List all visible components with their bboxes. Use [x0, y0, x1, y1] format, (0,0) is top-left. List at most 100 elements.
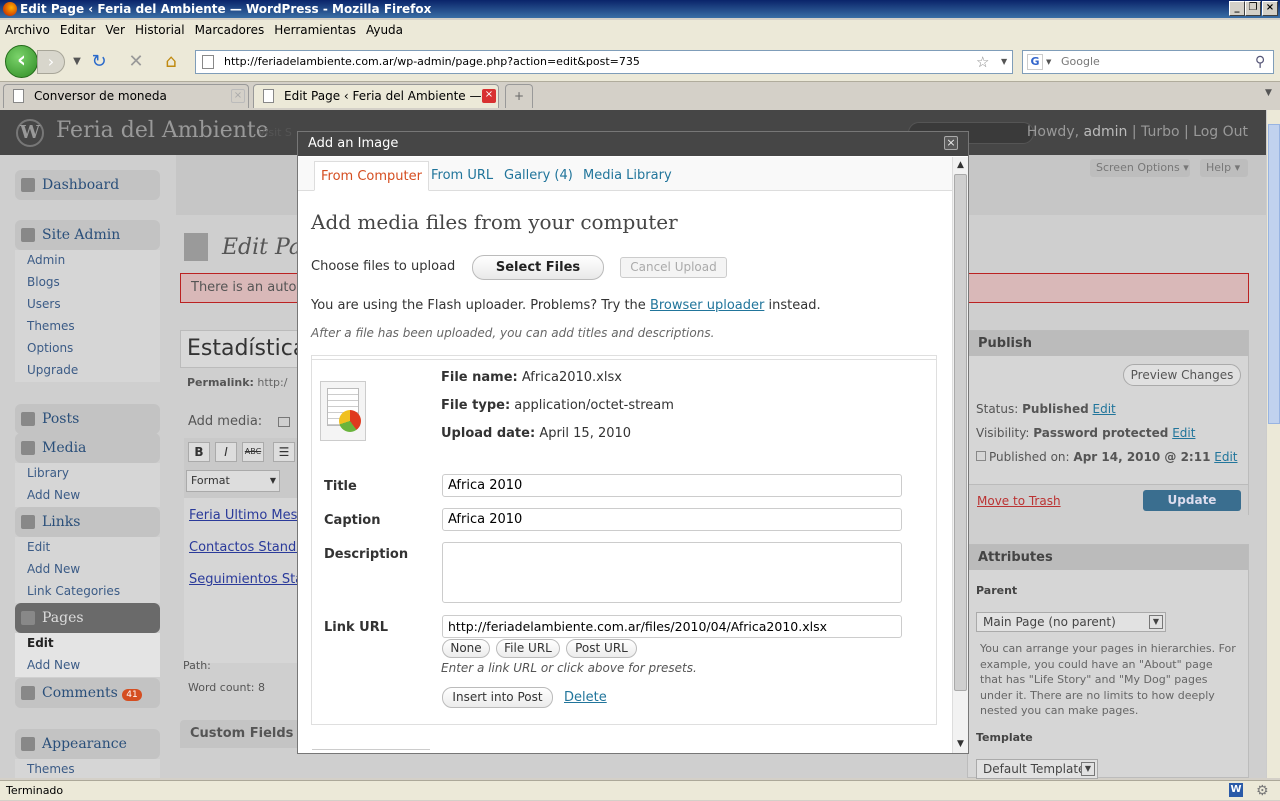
history-dropdown-icon[interactable]: ▼ — [66, 51, 88, 73]
insert-into-post-button[interactable]: Insert into Post — [442, 687, 553, 708]
editor-content[interactable]: Feria Ultimo Mes Contactos Stands Seguim… — [184, 498, 311, 663]
stop-icon[interactable]: ✕ — [125, 51, 147, 73]
tab-edit-page[interactable]: Edit Page ‹ Feria del Ambiente — ... × — [253, 84, 499, 108]
submenu-admin[interactable]: Admin — [27, 253, 65, 267]
menu-historial[interactable]: Historial — [130, 20, 190, 41]
submenu-themes[interactable]: Themes — [27, 319, 75, 333]
delete-link[interactable]: Delete — [564, 690, 607, 705]
menu-herramientas[interactable]: Herramientas — [269, 20, 361, 41]
tab-close-icon[interactable]: × — [482, 89, 496, 103]
add-image-icon[interactable] — [278, 417, 290, 427]
content-link-1[interactable]: Feria Ultimo Mes — [189, 508, 297, 523]
strikethrough-button[interactable]: ABC — [242, 442, 264, 462]
preview-changes-button[interactable]: Preview Changes — [1123, 364, 1241, 386]
scroll-down-icon[interactable]: ▼ — [953, 737, 968, 752]
dialog-scrollbar[interactable]: ▲ ▼ — [952, 157, 968, 753]
minimize-button[interactable]: _ — [1229, 1, 1245, 16]
page-scroll-thumb[interactable] — [1268, 124, 1280, 424]
scroll-up-icon[interactable]: ▲ — [953, 158, 968, 173]
link-none-button[interactable]: None — [442, 639, 490, 658]
tab-from-computer[interactable]: From Computer — [314, 161, 429, 191]
format-select[interactable]: Format ▼ — [186, 470, 280, 492]
menu-media[interactable]: Media — [15, 433, 160, 463]
menu-editar[interactable]: Editar — [55, 20, 101, 41]
submenu-edit-links[interactable]: Edit — [27, 540, 50, 554]
tab-close-icon[interactable]: × — [231, 89, 245, 103]
submenu-library[interactable]: Library — [27, 466, 69, 480]
help-button[interactable]: Help ▾ — [1200, 159, 1248, 177]
bookmark-star-icon[interactable]: ☆ — [976, 51, 989, 73]
visibility-edit-link[interactable]: Edit — [1172, 426, 1195, 440]
menu-appearance[interactable]: Appearance — [15, 729, 160, 759]
caption-input[interactable]: Africa 2010 — [442, 508, 902, 531]
content-link-2[interactable]: Contactos Stands — [189, 540, 303, 555]
custom-fields-box[interactable]: Custom Fields — [180, 720, 300, 748]
menu-posts[interactable]: Posts — [15, 404, 160, 434]
bullet-list-icon[interactable]: ☰ — [273, 442, 295, 462]
menu-marcadores[interactable]: Marcadores — [190, 20, 270, 41]
addon-w-icon[interactable]: W — [1229, 783, 1243, 797]
close-window-button[interactable]: × — [1262, 1, 1278, 16]
menu-pages[interactable]: Pages — [15, 603, 160, 633]
content-link-3[interactable]: Seguimientos Stan — [189, 572, 311, 587]
menu-archivo[interactable]: Archivo — [0, 20, 55, 41]
tab-conversor[interactable]: Conversor de moneda × — [3, 84, 249, 108]
title-input[interactable]: Africa 2010 — [442, 474, 902, 497]
submenu-blogs[interactable]: Blogs — [27, 275, 60, 289]
logout-link[interactable]: Log Out — [1193, 124, 1248, 140]
menu-links[interactable]: Links — [15, 507, 160, 537]
post-title-input[interactable]: Estadística — [180, 330, 310, 368]
submenu-edit-pages[interactable]: Edit — [27, 636, 54, 650]
italic-button[interactable]: I — [215, 442, 237, 462]
parent-select[interactable]: Main Page (no parent) ▼ — [976, 612, 1166, 632]
user-link[interactable]: admin — [1084, 124, 1128, 140]
url-dropdown-icon[interactable]: ▼ — [1001, 51, 1007, 73]
submenu-themes-appearance[interactable]: Themes — [27, 762, 75, 776]
google-icon[interactable]: G — [1027, 54, 1043, 70]
forward-button[interactable]: › — [37, 50, 65, 74]
link-file-url-button[interactable]: File URL — [496, 639, 560, 658]
menu-site-admin[interactable]: Site Admin — [15, 220, 160, 250]
cancel-upload-button[interactable]: Cancel Upload — [620, 257, 727, 278]
link-post-url-button[interactable]: Post URL — [566, 639, 637, 658]
menu-dashboard[interactable]: Dashboard — [15, 170, 160, 200]
status-edit-link[interactable]: Edit — [1093, 402, 1116, 416]
new-tab-button[interactable]: + — [505, 84, 533, 108]
menu-ayuda[interactable]: Ayuda — [361, 20, 408, 41]
search-icon[interactable]: ⚲ — [1255, 51, 1265, 73]
submenu-users[interactable]: Users — [27, 297, 61, 311]
tab-from-url[interactable]: From URL — [425, 161, 499, 191]
scroll-thumb[interactable] — [954, 174, 967, 691]
submenu-add-new-page[interactable]: Add New — [27, 658, 80, 672]
submenu-add-new-link[interactable]: Add New — [27, 562, 80, 576]
visit-site-link[interactable]: Visit S — [258, 126, 292, 139]
template-select[interactable]: Default Template ▼ — [976, 759, 1098, 779]
home-icon[interactable]: ⌂ — [160, 51, 182, 73]
move-to-trash-link[interactable]: Move to Trash — [977, 494, 1061, 508]
gear-icon[interactable]: ⚙ — [1256, 782, 1269, 801]
engine-dropdown-icon[interactable]: ▼ — [1046, 51, 1051, 73]
submenu-add-new-media[interactable]: Add New — [27, 488, 80, 502]
turbo-link[interactable]: Turbo — [1141, 124, 1180, 140]
search-box[interactable]: G ▼ Google ⚲ — [1022, 50, 1274, 74]
submenu-options[interactable]: Options — [27, 341, 73, 355]
bold-button[interactable]: B — [188, 442, 210, 462]
description-textarea[interactable] — [442, 542, 902, 603]
maximize-button[interactable]: ❐ — [1245, 1, 1261, 16]
back-button[interactable]: ‹ — [5, 45, 38, 78]
reload-icon[interactable]: ↻ — [88, 51, 110, 73]
tab-gallery[interactable]: Gallery (4) — [498, 161, 579, 191]
tab-list-icon[interactable]: ▼ — [1265, 88, 1272, 98]
address-bar[interactable]: http://feriadelambiente.com.ar/wp-admin/… — [195, 50, 1013, 74]
update-button[interactable]: Update — [1143, 490, 1241, 511]
submenu-link-categories[interactable]: Link Categories — [27, 584, 120, 598]
date-edit-link[interactable]: Edit — [1214, 450, 1237, 464]
menu-ver[interactable]: Ver — [100, 20, 130, 41]
close-icon[interactable]: × — [944, 136, 958, 150]
screen-options-button[interactable]: Screen Options ▾ — [1090, 159, 1190, 177]
select-files-button[interactable]: Select Files — [472, 255, 604, 280]
link-url-input[interactable]: http://feriadelambiente.com.ar/files/201… — [442, 615, 902, 638]
submenu-upgrade[interactable]: Upgrade — [27, 363, 78, 377]
menu-comments[interactable]: Comments 41 — [15, 678, 160, 708]
site-name[interactable]: Feria del Ambiente — [56, 118, 269, 143]
